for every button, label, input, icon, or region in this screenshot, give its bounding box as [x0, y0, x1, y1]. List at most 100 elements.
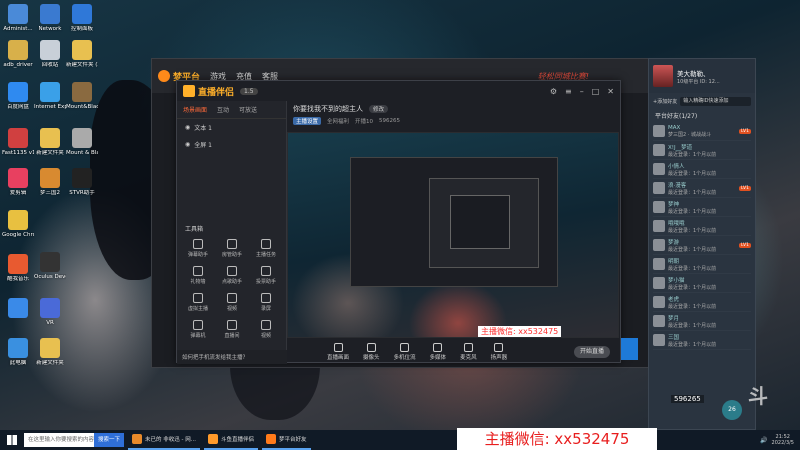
- desktop-icon[interactable]: Mount & Blade II ...: [66, 128, 98, 157]
- desktop-icon[interactable]: Mount&Blade Warband: [66, 82, 98, 111]
- start-live-button[interactable]: 开始直播: [574, 346, 610, 358]
- desktop-icon[interactable]: 新建文件夹: [34, 128, 66, 157]
- app-icon: [132, 434, 143, 444]
- friend-row[interactable]: 梦神 最近登录：1个月以前: [653, 198, 751, 217]
- tool-item[interactable]: 弹幕机: [181, 320, 215, 339]
- friend-row[interactable]: MAX 梦三国2 · 城战战斗 LV1: [653, 122, 751, 141]
- friend-row[interactable]: 明朝 最近登录：1个月以前: [653, 255, 751, 274]
- desktop-icon[interactable]: Network: [34, 4, 66, 33]
- tool-item[interactable]: 录屏: [249, 293, 283, 312]
- tool-item[interactable]: 视频: [249, 320, 283, 339]
- desktop-icon[interactable]: 梦三国2: [34, 168, 66, 197]
- friend-row[interactable]: 梦月 最近登录：1个月以前: [653, 312, 751, 331]
- tool-item[interactable]: 虚拟主播: [181, 293, 215, 312]
- desktop-icon[interactable]: [2, 298, 34, 320]
- screen-capture-button[interactable]: 直播画面: [327, 343, 349, 361]
- scene-item[interactable]: ◉ 文本 1: [177, 119, 286, 136]
- desktop-icon-label: 此电脑: [9, 360, 27, 366]
- desktop-icon[interactable]: Internet Explorer: [34, 82, 66, 111]
- app-icon: [8, 82, 28, 102]
- menu-icon[interactable]: ≡: [565, 87, 572, 96]
- friend-row[interactable]: 梦游 最近登录：1个月以前 LV1: [653, 236, 751, 255]
- tab-broadcast[interactable]: 可放送: [239, 105, 257, 114]
- tool-item[interactable]: 主播任务: [249, 239, 283, 258]
- desktop-icon[interactable]: 新建文件夹: [34, 338, 66, 367]
- app-icon: [40, 40, 60, 60]
- tool-item[interactable]: 投票助手: [249, 266, 283, 285]
- room-welfare[interactable]: 全网福利: [327, 117, 349, 125]
- friend-avatar: [653, 239, 665, 251]
- taskbar-app[interactable]: 梦平台好友: [262, 430, 311, 450]
- help-hint[interactable]: 如何把手机流发给我主播？: [177, 350, 287, 364]
- desktop-icon[interactable]: VR: [34, 298, 66, 327]
- eye-icon[interactable]: ◉: [185, 124, 190, 131]
- window-controls: ⚙ ≡ – □ ✕: [550, 87, 614, 96]
- desktop-icon[interactable]: Administ...: [2, 4, 34, 33]
- source-toolbar: 直播画面 摄像头 多机位流 多媒体 麦克风 扬声器 开始直播: [287, 340, 622, 364]
- friend-group-header[interactable]: 平台好友(1/27): [649, 109, 755, 122]
- friend-status: 最近登录：1个月以前: [668, 208, 717, 215]
- friend-row[interactable]: X!J__梦道 最近登录：1个月以前: [653, 141, 751, 160]
- desktop-icon[interactable]: 酷我音乐: [2, 254, 34, 283]
- friend-status: 梦三国2 · 城战战斗: [668, 131, 711, 138]
- edit-room-button[interactable]: 修改: [369, 105, 389, 113]
- taskbar-app[interactable]: 未已的 非收迅 - 网...: [128, 430, 200, 450]
- tool-item[interactable]: 直播间: [215, 320, 249, 339]
- friend-search-input[interactable]: 输入精确ID快速添加: [680, 96, 751, 106]
- media-button[interactable]: 多媒体: [430, 343, 446, 361]
- tool-item[interactable]: 弹幕助手: [181, 239, 215, 258]
- taskbar-search-button[interactable]: 搜索一下: [94, 433, 125, 447]
- desktop-icon[interactable]: adb_driver: [2, 40, 34, 69]
- close-icon[interactable]: ✕: [607, 87, 614, 96]
- stream-preview[interactable]: 主播微信: xx532475: [287, 132, 619, 338]
- friend-avatar: [653, 125, 665, 137]
- friend-row[interactable]: 哦哦哦 最近登录：1个月以前: [653, 217, 751, 236]
- tab-interact[interactable]: 互动: [217, 105, 229, 114]
- friends-panel[interactable]: 美大勒勒、 10级平台 ID: 12... +添加好友 输入精确ID快速添加 平…: [648, 58, 756, 430]
- room-settings[interactable]: 主播设置: [293, 117, 322, 125]
- desktop-icon[interactable]: STVR助手: [66, 168, 98, 197]
- tool-item[interactable]: 视频: [215, 293, 249, 312]
- taskbar-app[interactable]: 斗鱼直播伴侣: [204, 430, 259, 450]
- taskbar-app-label: 未已的 非收迅 - 网...: [145, 437, 196, 443]
- friend-row[interactable]: 三国 最近登录：1个月以前: [653, 331, 751, 350]
- desktop-icon-label: 梦三国2: [40, 190, 60, 196]
- tab-scenes[interactable]: 场景画面: [183, 105, 207, 114]
- desktop-icon[interactable]: 回收站: [34, 40, 66, 69]
- tool-item[interactable]: 点歌助手: [215, 266, 249, 285]
- desktop-icon[interactable]: Google Chrome: [2, 210, 34, 239]
- desktop-icon[interactable]: 爱剪辑: [2, 168, 34, 197]
- scene-item[interactable]: ◉ 全屏 1: [177, 136, 286, 153]
- app-icon: [72, 168, 92, 188]
- desktop-icon[interactable]: 控制面板: [66, 4, 98, 33]
- taskbar-apps: 未已的 非收迅 - 网... 斗鱼直播伴侣 梦平台好友: [124, 430, 311, 450]
- friend-row[interactable]: 梦小猫 最近登录：1个月以前: [653, 274, 751, 293]
- speaker-button[interactable]: 扬声器: [491, 343, 507, 361]
- tool-item[interactable]: 房管助手: [215, 239, 249, 258]
- start-button[interactable]: [0, 430, 24, 450]
- clock[interactable]: 21:52 2022/3/5: [772, 434, 794, 446]
- friend-row[interactable]: 浪·漫客 最近登录：1个月以前 LV1: [653, 179, 751, 198]
- avatar[interactable]: [653, 65, 673, 87]
- desktop-icon[interactable]: 百度网盘: [2, 82, 34, 111]
- minimize-icon[interactable]: –: [580, 87, 584, 96]
- desktop-icon[interactable]: 此电脑: [2, 338, 34, 367]
- zhibo-window[interactable]: 直播伴侣 1.5 ⚙ ≡ – □ ✕ 场景画面 互动 可放送 ◉ 文本 1 ◉ 全屏…: [176, 80, 622, 364]
- add-friend-button[interactable]: +添加好友: [653, 98, 677, 105]
- gear-icon[interactable]: ⚙: [550, 87, 557, 96]
- microphone-button[interactable]: 麦克风: [460, 343, 477, 361]
- desktop-icon[interactable]: Fast1135 v1.1: [2, 128, 34, 157]
- taskbar-search-input[interactable]: 在这里输入你要搜索的内容: [24, 433, 94, 447]
- network-speed-badge[interactable]: 26: [722, 400, 742, 420]
- volume-icon[interactable]: 🔊: [760, 437, 767, 444]
- multi-camera-button[interactable]: 多机位流: [394, 343, 416, 361]
- maximize-icon[interactable]: □: [592, 87, 600, 96]
- tool-item[interactable]: 礼物墙: [181, 266, 215, 285]
- desktop-icon[interactable]: Oculus Develop...: [34, 252, 66, 281]
- desktop-icon[interactable]: 新建文件夹 (2): [66, 40, 98, 69]
- camera-button[interactable]: 摄像头: [363, 343, 380, 361]
- eye-icon[interactable]: ◉: [185, 141, 190, 148]
- side-tab[interactable]: [621, 338, 638, 360]
- friend-row[interactable]: 老虎 最近登录：1个月以前: [653, 293, 751, 312]
- friend-row[interactable]: 小情人 最近登录：1个月以前: [653, 160, 751, 179]
